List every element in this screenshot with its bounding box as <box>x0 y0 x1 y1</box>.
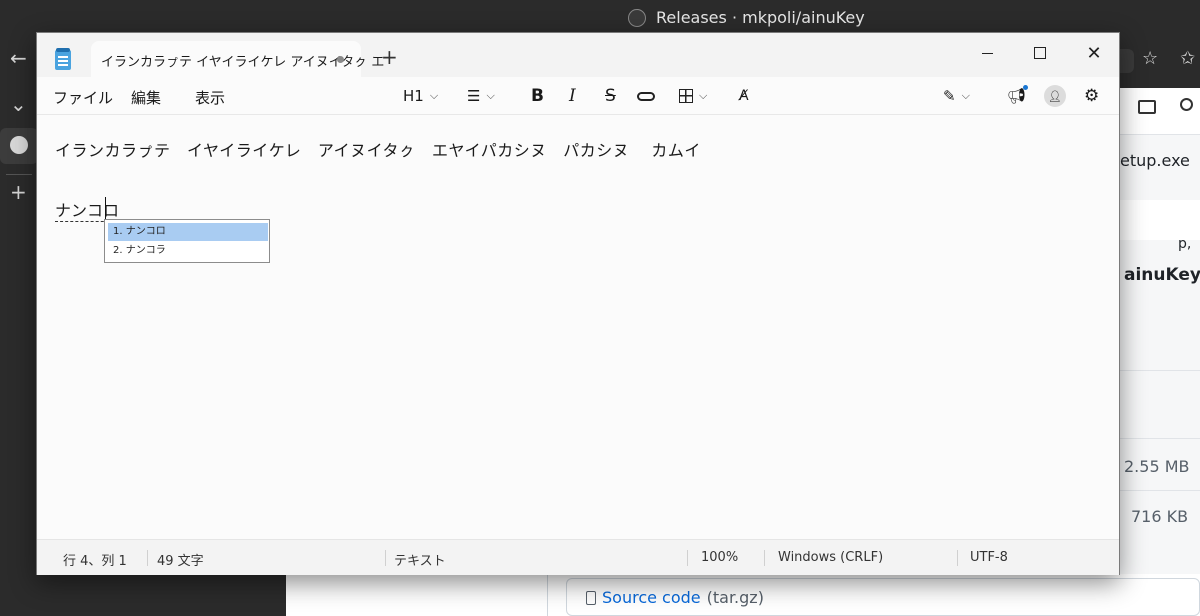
copilot-rewrite-dropdown[interactable]: ✎ ⌵ <box>943 83 970 109</box>
pen-sparkle-icon: ✎ <box>943 87 956 105</box>
whats-new-button[interactable]: 📢︎ <box>1007 83 1028 109</box>
gear-icon: ⚙ <box>1084 86 1100 106</box>
asset-filename-fragment[interactable]: etup.exe <box>1120 151 1190 170</box>
text-fragment: p, <box>1178 236 1192 252</box>
status-divider <box>764 550 765 566</box>
table-icon <box>679 89 693 103</box>
sidebar-tab-github[interactable] <box>0 128 38 164</box>
chevron-down-icon[interactable]: ⌄ <box>10 92 27 116</box>
asset-size: 2.55 MB <box>1124 457 1190 476</box>
editor-line: イランカラㇷ゚テ イヤイライケレ アイヌイタㇰ エヤイパカシヌ パカシヌ カムイ <box>55 141 701 160</box>
favorites-icon[interactable]: ✩ <box>1180 48 1195 69</box>
divider <box>1120 438 1200 439</box>
browser-address-bar: ☆ ✩ <box>1120 36 1200 88</box>
maximize-button[interactable] <box>1018 39 1062 67</box>
browser-window-title: Releases · mkpoli/ainuKey <box>628 8 865 27</box>
character-count: 49 文字 <box>157 554 204 569</box>
ime-candidate[interactable]: 1. ナンコロ <box>108 223 268 241</box>
browser-sidebar-bottom <box>0 574 286 616</box>
bold-icon: B <box>531 86 544 106</box>
ime-candidate[interactable]: 2. ナンコラ <box>108 242 268 260</box>
ime-candidate-window: 1. ナンコロ 2. ナンコラ <box>104 219 270 263</box>
asset-size: 716 KB <box>1131 507 1189 526</box>
chevron-down-icon: ⌵ <box>486 89 495 102</box>
settings-button[interactable]: ⚙ <box>1084 83 1099 109</box>
minimize-button[interactable] <box>965 39 1009 67</box>
repo-name-fragment: ainuKey. <box>1124 265 1200 285</box>
strikethrough-button[interactable]: S <box>605 83 616 109</box>
menu-file[interactable]: ファイル <box>53 87 113 108</box>
browser-page-toolbar <box>1120 88 1200 135</box>
browser-sidebar <box>0 36 36 616</box>
encoding[interactable]: UTF-8 <box>970 550 1008 565</box>
heading-label: H1 <box>403 87 424 105</box>
text-caret <box>105 197 106 219</box>
chevron-down-icon: ⌵ <box>429 89 439 102</box>
source-code-suffix: (tar.gz) <box>706 588 764 607</box>
table-dropdown[interactable]: ⌵ <box>679 83 707 109</box>
cursor-position: 行 4、列 1 <box>63 554 127 569</box>
address-bar-edge <box>1120 49 1134 73</box>
notification-dot <box>1023 85 1028 90</box>
close-icon: ✕ <box>1086 42 1102 64</box>
new-tab-button[interactable]: + <box>381 47 398 67</box>
unsaved-dot-icon[interactable] <box>337 56 344 63</box>
sidebar-divider <box>6 174 32 175</box>
bulleted-list-icon: ☰ <box>467 87 481 105</box>
spellcheck-icon: A̸ <box>739 88 749 104</box>
chevron-down-icon: ⌵ <box>699 89 708 102</box>
source-code-link[interactable]: Source code (tar.gz) <box>586 588 764 607</box>
file-zip-icon <box>586 590 596 605</box>
github-icon <box>10 136 28 154</box>
close-button[interactable]: ✕ <box>1072 39 1116 67</box>
add-tab-icon[interactable]: + <box>10 180 27 204</box>
italic-button[interactable]: I <box>569 83 576 109</box>
strikethrough-icon: S <box>605 86 616 106</box>
page-left-panel <box>286 574 548 616</box>
maximize-icon <box>1034 47 1046 59</box>
notepad-menubar: ファイル 編集 表示 H1 ⌵ ☰ ⌵ B I S ⌵ A̸ ✎ ⌵ 📢︎ 👤︎… <box>37 77 1119 115</box>
menu-edit[interactable]: 編集 <box>131 87 161 108</box>
divider <box>1120 370 1200 371</box>
browser-title-text: Releases · mkpoli/ainuKey <box>656 8 865 27</box>
link-icon <box>637 91 655 101</box>
minimize-icon <box>981 52 993 54</box>
status-divider <box>957 550 958 566</box>
page-panel <box>1120 200 1200 240</box>
list-dropdown[interactable]: ☰ ⌵ <box>467 83 495 109</box>
bold-button[interactable]: B <box>531 83 544 109</box>
menu-view[interactable]: 表示 <box>195 87 225 108</box>
source-code-label[interactable]: Source code <box>602 588 701 607</box>
editor-area[interactable]: イランカラㇷ゚テ イヤイライケレ アイヌイタㇰ エヤイパカシヌ パカシヌ カムイ… <box>37 115 1119 539</box>
megaphone-icon: 📢︎ <box>1007 87 1027 105</box>
zoom-level[interactable]: 100% <box>701 550 738 565</box>
tab-document[interactable]: イランカラㇷ゚テ イヤイライケレ アイヌイタㇰ エ <box>91 41 384 77</box>
notepad-window: イランカラㇷ゚テ イヤイライケレ アイヌイタㇰ エ + ✕ ファイル 編集 表示… <box>36 32 1120 575</box>
status-divider <box>687 550 688 566</box>
account-button[interactable]: 👤︎ <box>1044 83 1066 109</box>
line-ending[interactable]: Windows (CRLF) <box>778 550 883 565</box>
heading-dropdown[interactable]: H1 ⌵ <box>403 83 438 109</box>
notepad-titlebar: イランカラㇷ゚テ イヤイライケレ アイヌイタㇰ エ + ✕ <box>37 33 1119 77</box>
italic-icon: I <box>569 86 576 106</box>
chevron-down-icon: ⌵ <box>961 89 970 102</box>
status-divider <box>385 550 386 566</box>
divider <box>1120 490 1200 491</box>
github-icon <box>628 8 646 27</box>
notepad-statusbar: 行 4、列 1 49 文字 テキスト 100% Windows (CRLF) U… <box>37 539 1119 575</box>
account-icon: 👤︎ <box>1044 85 1066 107</box>
star-icon[interactable]: ☆ <box>1142 48 1158 69</box>
notepad-app-icon <box>55 48 71 70</box>
browser-titlebar <box>0 0 1200 36</box>
folder-icon[interactable] <box>1138 100 1156 114</box>
search-icon[interactable] <box>1180 98 1193 111</box>
link-button[interactable] <box>637 83 655 109</box>
status-divider <box>147 550 148 566</box>
format-mode[interactable]: テキスト <box>394 550 446 569</box>
back-arrow-icon[interactable]: ← <box>10 46 27 70</box>
spellcheck-button[interactable]: A̸ <box>739 83 749 109</box>
